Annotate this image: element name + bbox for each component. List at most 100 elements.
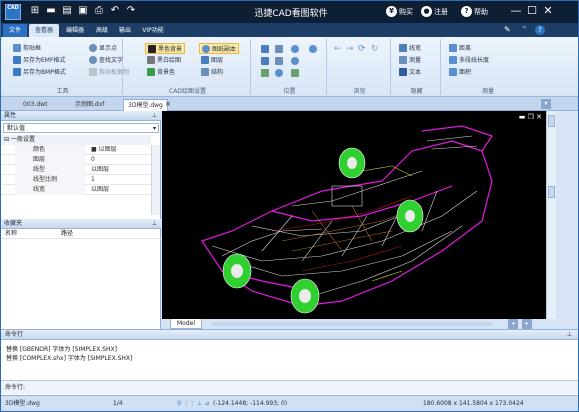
prop-row[interactable]: 图层 0 [1, 155, 151, 165]
vertical-scrollbar[interactable] [546, 111, 556, 319]
properties-scrollbar[interactable] [151, 145, 160, 215]
scroll-thumb-lower[interactable] [548, 186, 555, 198]
close-button[interactable]: ✕ [541, 4, 555, 18]
rotate-icon[interactable] [291, 69, 299, 77]
find-text-button[interactable]: 查找文字 [89, 55, 123, 64]
layers-icon [201, 55, 209, 64]
3d-orbit-icon[interactable] [261, 69, 269, 77]
preset-dropdown[interactable]: 默认值 ▾ [3, 123, 159, 133]
zoom-out-icon[interactable] [291, 57, 299, 65]
minimize-button[interactable]: — [509, 4, 523, 18]
tab-advanced[interactable]: 高级 [91, 24, 113, 37]
text-icon [399, 67, 407, 76]
zoom-window-icon[interactable] [261, 45, 269, 53]
properties-header: 属性 ⊥ [1, 111, 161, 121]
general-section[interactable]: ⊟ 一般设置 [1, 135, 151, 145]
save-emf-button[interactable]: 另存为EMF格式 [13, 55, 65, 64]
snap-icons[interactable]: ⚲ ⋮⋮ ⊥ ⊿ [177, 396, 209, 411]
pin-icon[interactable]: ⊥ [152, 219, 157, 229]
layers-button[interactable]: 图层 [201, 55, 223, 64]
favorites-title: 收藏夹 [4, 220, 23, 227]
find-text-label: 查找文字 [99, 57, 124, 64]
tab-close-icon[interactable]: × [165, 100, 171, 108]
next-arrow-icon[interactable]: → [346, 44, 354, 54]
scroll-thumb[interactable] [548, 115, 555, 127]
clipboard-copy-button[interactable]: 剪贴板复制 [89, 67, 129, 76]
zoom-realtime-icon[interactable] [309, 45, 317, 53]
group-measure: 距离 多段线长度 面积 测量 [443, 39, 533, 95]
layout-tabs: Model ◂ ▸ [162, 319, 546, 329]
tab-vip[interactable]: VIP功能 [138, 24, 168, 37]
refresh-icon[interactable]: ⟳ [358, 44, 366, 54]
brush-icon[interactable]: ✎ [504, 25, 514, 35]
bw-drawing-button[interactable]: 黑白绘图 [147, 55, 181, 64]
drawing-copy-button[interactable]: 图纸副本 [199, 43, 240, 54]
show-points-button[interactable]: 显示点 [89, 43, 117, 52]
ribbon: 剪贴框 另存为EMF格式 另存为BMP格式 显示点 查找文字 剪贴板复制 工具 … [1, 37, 578, 97]
collapse-icon[interactable]: ⌃ [521, 25, 531, 35]
help-label: 帮助 [474, 7, 488, 16]
polyline-length-button[interactable]: 多段线长度 [449, 55, 489, 64]
lineweight-button[interactable]: 线宽 [399, 43, 421, 52]
tab-viewer[interactable]: 查看器 [29, 24, 59, 37]
command-prompt: 命令行: [5, 384, 26, 391]
prev-arrow-icon[interactable]: ← [334, 44, 342, 54]
clip-frame-button[interactable]: 剪贴框 [13, 43, 41, 52]
pan-icon[interactable] [275, 57, 283, 65]
area-label: 面积 [459, 69, 472, 76]
redo-icon[interactable]: ↷ [125, 5, 137, 17]
undo-icon[interactable]: ↶ [109, 5, 121, 17]
buy-button[interactable]: ¥ 购买 [386, 6, 413, 17]
group-position: 位置 [253, 39, 327, 95]
print-icon[interactable]: ⎙ [93, 5, 105, 17]
view-icon[interactable] [275, 69, 283, 77]
info-icon[interactable]: ? [535, 25, 545, 35]
title-bar: CAD ⊞ ▬ ▤ ▣ ⎙ ↶ ↷ 迅捷CAD看图软件 ¥ 购买 ● 注册 ? … [1, 1, 578, 23]
scroll-left-icon[interactable]: ◂ [508, 319, 518, 329]
tab-file[interactable]: 文件 [3, 24, 27, 37]
text-toggle-button[interactable]: 文本 [399, 67, 421, 76]
maximize-button[interactable]: ☐ [525, 4, 539, 18]
command-input-row[interactable]: 命令行: [1, 380, 578, 394]
area-button[interactable]: 面积 [449, 67, 471, 76]
group-tools-label: 工具 [56, 88, 69, 95]
new-file-icon[interactable]: ⊞ [29, 5, 41, 17]
doc-tab-3[interactable]: 3D模型.dwg [123, 99, 168, 111]
scroll-right-icon[interactable]: ▸ [522, 319, 532, 329]
doc-tab-2[interactable]: 示例图.dxf [71, 99, 108, 111]
open-folder-icon[interactable]: ▬ [45, 5, 57, 17]
prop-row[interactable]: 颜色 ■ 以图层 [1, 145, 151, 155]
bg-color-button[interactable]: 背景色 [147, 67, 175, 76]
save-as-icon[interactable]: ▣ [77, 5, 89, 17]
viewport-controls[interactable]: ▬ ❐ ✕ [519, 113, 542, 121]
drawing-canvas[interactable]: ▬ ❐ ✕ [162, 111, 546, 319]
register-button[interactable]: ● 注册 [421, 6, 448, 17]
measure-toggle-button[interactable]: 测量 [399, 55, 421, 64]
tab-editor[interactable]: 编辑器 [61, 24, 89, 37]
status-file: 3D模型.dwg [5, 400, 40, 407]
pin-icon[interactable]: ⊥ [152, 111, 157, 121]
structure-button[interactable]: 结构 [201, 67, 223, 76]
prop-row[interactable]: 线宽 以图层 [1, 185, 151, 195]
zoom-in-icon[interactable] [291, 45, 299, 53]
zoom-extents-icon[interactable] [275, 45, 283, 53]
fit-icon[interactable] [261, 57, 269, 65]
tab-output[interactable]: 输出 [114, 24, 136, 37]
help-button[interactable]: ? 帮助 [461, 6, 488, 17]
distance-button[interactable]: 距离 [449, 43, 471, 52]
save-bmp-button[interactable]: 另存为BMP格式 [13, 67, 66, 76]
pin-icon[interactable]: ⊥ [567, 330, 572, 340]
tabs-menu-icon[interactable]: ▾ [541, 99, 551, 109]
save-icon[interactable]: ▤ [61, 5, 73, 17]
user-icon: ● [421, 6, 432, 17]
doc-tab-1[interactable]: 003.dwt [19, 99, 51, 111]
model-tab[interactable]: Model [170, 319, 203, 329]
prop-row[interactable]: 线型 以图层 [1, 165, 151, 175]
points-icon [89, 43, 97, 52]
layers-label: 图层 [211, 57, 224, 64]
black-bg-button[interactable]: 黑色背景 [145, 43, 186, 54]
horizontal-scrollbar[interactable] [212, 322, 492, 326]
prop-row[interactable]: 线型比例 1 [1, 175, 151, 185]
redraw-icon[interactable]: ↻ [371, 44, 379, 54]
group-cad-settings: 黑色背景 黑白绘图 背景色 图纸副本 图层 结构 CAD绘图设置 [125, 39, 251, 95]
